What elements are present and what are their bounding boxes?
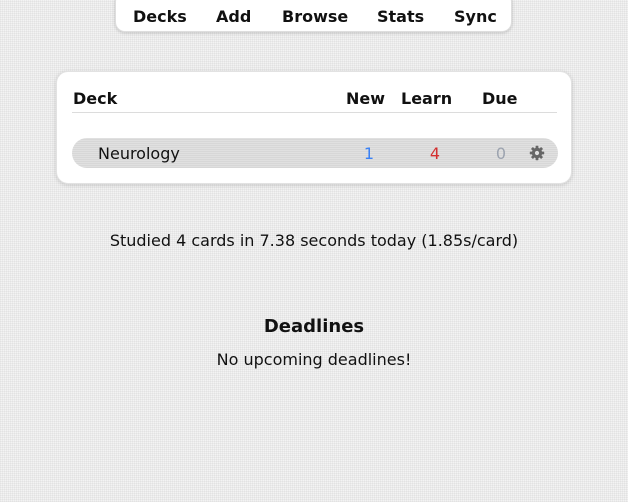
toolbar-browse-link[interactable]: Browse [282,7,348,26]
deck-row[interactable]: Neurology 1 4 0 [72,138,558,168]
study-summary-text: Studied 4 cards in 7.38 seconds today (1… [109,231,519,250]
learn-column-header: Learn [401,89,453,108]
gear-icon[interactable] [529,145,545,161]
toolbar-add-link[interactable]: Add [216,7,251,26]
deck-column-header: Deck [73,89,118,108]
toolbar-decks-link[interactable]: Decks [133,7,187,26]
due-column-header: Due [482,89,518,108]
due-count: 0 [495,144,507,163]
deck-list-card: Deck New Learn Due Neurology 1 4 0 [56,71,572,184]
header-divider [72,112,557,113]
deadlines-message: No upcoming deadlines! [216,350,412,369]
toolbar-sync-link[interactable]: Sync [454,7,497,26]
deadlines-heading: Deadlines [263,316,365,337]
new-column-header: New [346,89,386,108]
new-count: 1 [363,144,375,163]
deck-name-link[interactable]: Neurology [98,144,180,163]
top-toolbar: Decks Add Browse Stats Sync [115,0,512,32]
toolbar-stats-link[interactable]: Stats [377,7,424,26]
learn-count: 4 [429,144,441,163]
